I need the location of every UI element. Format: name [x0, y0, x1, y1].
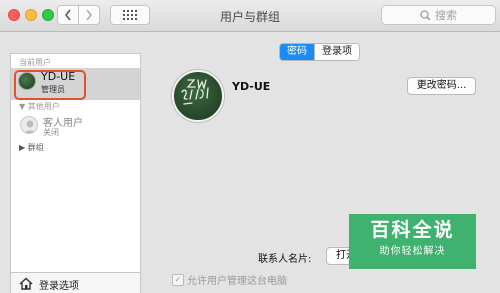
user-avatar[interactable]: [172, 70, 224, 122]
other-users-row[interactable]: ▼ 其他用户: [19, 101, 60, 112]
allow-admin-row[interactable]: ✓ 允许用户管理这台电脑: [172, 272, 287, 287]
groups-row[interactable]: ▶ 群组: [19, 142, 44, 153]
watermark-logo: 百科全说 助你轻松解决: [349, 214, 476, 269]
watermark-title: 百科全说: [370, 219, 455, 241]
current-users-label: 当前用户: [19, 58, 51, 67]
disclosure-triangle-right-icon: ▶: [19, 143, 26, 152]
tab-password[interactable]: 密码: [280, 44, 314, 60]
search-placeholder: 搜索: [435, 9, 457, 22]
tab-login-items[interactable]: 登录项: [314, 44, 359, 60]
login-options-item[interactable]: 登录选项: [11, 272, 140, 293]
change-password-button[interactable]: 更改密码...: [407, 77, 476, 95]
allow-admin-checkbox[interactable]: ✓: [172, 273, 184, 286]
user-full-name: YD-UE: [232, 80, 271, 93]
person-icon: [23, 120, 37, 133]
users-sidebar: 当前用户 YD-UE 管理员 ▼ 其他用户 客人用户 关闭 ▶ 群组 登录选项: [10, 53, 141, 293]
title-bar: 用户与群组 搜索: [0, 0, 500, 32]
current-user-role: 管理员: [41, 85, 65, 94]
chalkboard-picture: [181, 79, 209, 105]
search-field[interactable]: 搜索: [381, 5, 496, 25]
watermark-subtitle: 助你轻松解决: [379, 246, 446, 257]
house-icon: [19, 277, 33, 290]
current-user-name: YD-UE: [41, 70, 76, 83]
contact-card-label: 联系人名片:: [258, 254, 312, 265]
disclosure-triangle-icon: ▼: [19, 102, 26, 111]
guest-user-avatar: [20, 116, 38, 134]
allow-admin-label: 允许用户管理这台电脑: [187, 276, 287, 287]
current-user-avatar: [18, 72, 36, 90]
groups-label: 群组: [27, 143, 44, 152]
guest-user-status: 关闭: [43, 128, 59, 137]
other-users-label: 其他用户: [27, 102, 60, 111]
search-icon: [420, 9, 431, 20]
tab-bar: 密码 登录项: [279, 43, 360, 61]
login-options-label: 登录选项: [39, 281, 79, 292]
